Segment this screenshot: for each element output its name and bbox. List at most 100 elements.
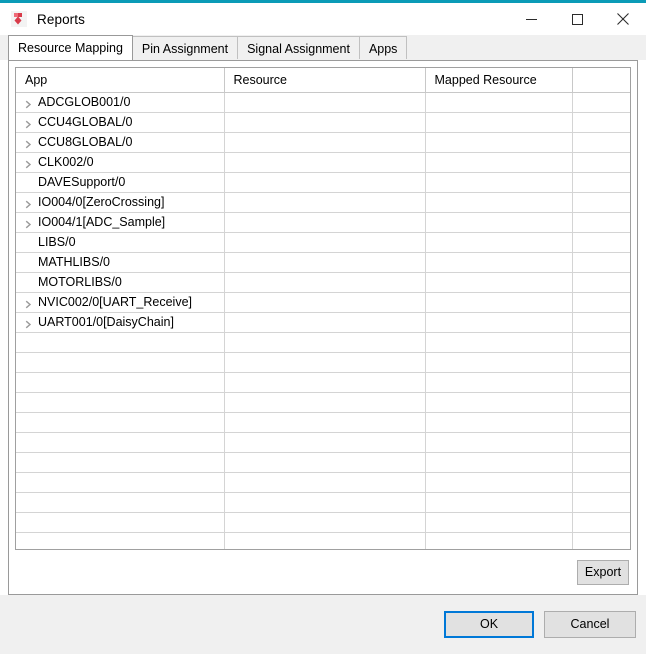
- cell-empty[interactable]: [425, 392, 573, 413]
- cell-app[interactable]: DAVESupport/0: [16, 172, 225, 193]
- cell-app[interactable]: ADCGLOB001/0: [16, 92, 225, 113]
- table-row-empty[interactable]: [16, 432, 630, 453]
- cell-empty[interactable]: [16, 392, 225, 413]
- ok-button[interactable]: OK: [444, 611, 534, 638]
- cell-mapped-resource[interactable]: [425, 232, 573, 253]
- table-row-empty[interactable]: [16, 472, 630, 493]
- cell-empty[interactable]: [425, 352, 573, 373]
- cell-extra[interactable]: [572, 112, 630, 133]
- table-row[interactable]: CLK002/0: [16, 152, 630, 173]
- cell-extra[interactable]: [572, 192, 630, 213]
- cell-empty[interactable]: [224, 452, 426, 473]
- cell-empty[interactable]: [224, 352, 426, 373]
- table-row[interactable]: NVIC002/0[UART_Receive]: [16, 292, 630, 313]
- column-header-resource[interactable]: Resource: [224, 68, 426, 93]
- cell-app[interactable]: IO004/0[ZeroCrossing]: [16, 192, 225, 213]
- expand-chevron-icon[interactable]: [25, 295, 38, 309]
- table-row-empty[interactable]: [16, 392, 630, 413]
- cell-resource[interactable]: [224, 272, 426, 293]
- cell-empty[interactable]: [16, 412, 225, 433]
- table-row[interactable]: CCU4GLOBAL/0: [16, 112, 630, 133]
- cell-empty[interactable]: [224, 372, 426, 393]
- cell-empty[interactable]: [572, 452, 630, 473]
- cell-app[interactable]: NVIC002/0[UART_Receive]: [16, 292, 225, 313]
- cell-empty[interactable]: [572, 512, 630, 533]
- cell-mapped-resource[interactable]: [425, 252, 573, 273]
- table-row-empty[interactable]: [16, 332, 630, 353]
- cell-empty[interactable]: [572, 392, 630, 413]
- column-header-mapped-resource[interactable]: Mapped Resource: [425, 68, 573, 93]
- cell-mapped-resource[interactable]: [425, 272, 573, 293]
- cell-empty[interactable]: [572, 532, 630, 549]
- cell-extra[interactable]: [572, 152, 630, 173]
- table-row-empty[interactable]: [16, 512, 630, 533]
- expand-chevron-icon[interactable]: [25, 315, 38, 329]
- cell-empty[interactable]: [425, 452, 573, 473]
- cell-resource[interactable]: [224, 252, 426, 273]
- cell-extra[interactable]: [572, 92, 630, 113]
- cell-app[interactable]: UART001/0[DaisyChain]: [16, 312, 225, 333]
- cell-mapped-resource[interactable]: [425, 212, 573, 233]
- cell-mapped-resource[interactable]: [425, 92, 573, 113]
- cell-empty[interactable]: [224, 392, 426, 413]
- cell-mapped-resource[interactable]: [425, 312, 573, 333]
- cell-empty[interactable]: [425, 492, 573, 513]
- table-row-empty[interactable]: [16, 372, 630, 393]
- cell-resource[interactable]: [224, 132, 426, 153]
- expand-chevron-icon[interactable]: [25, 95, 38, 109]
- cell-app[interactable]: MOTORLIBS/0: [16, 272, 225, 293]
- cell-extra[interactable]: [572, 292, 630, 313]
- cell-empty[interactable]: [16, 532, 225, 549]
- cell-empty[interactable]: [16, 452, 225, 473]
- cell-empty[interactable]: [224, 432, 426, 453]
- table-row-empty[interactable]: [16, 352, 630, 373]
- cell-resource[interactable]: [224, 192, 426, 213]
- cell-empty[interactable]: [224, 492, 426, 513]
- cell-empty[interactable]: [224, 512, 426, 533]
- cell-empty[interactable]: [425, 432, 573, 453]
- cell-extra[interactable]: [572, 312, 630, 333]
- cell-empty[interactable]: [16, 512, 225, 533]
- cell-empty[interactable]: [572, 432, 630, 453]
- column-header-app[interactable]: App: [16, 68, 225, 93]
- cell-empty[interactable]: [16, 432, 225, 453]
- table-row[interactable]: IO004/1[ADC_Sample]: [16, 212, 630, 233]
- cell-app[interactable]: CLK002/0: [16, 152, 225, 173]
- cell-resource[interactable]: [224, 312, 426, 333]
- table-row-empty[interactable]: [16, 452, 630, 473]
- cell-empty[interactable]: [425, 472, 573, 493]
- table-row[interactable]: CCU8GLOBAL/0: [16, 132, 630, 153]
- cell-app[interactable]: LIBS/0: [16, 232, 225, 253]
- cell-empty[interactable]: [224, 472, 426, 493]
- expand-chevron-icon[interactable]: [25, 155, 38, 169]
- cell-empty[interactable]: [16, 372, 225, 393]
- cell-empty[interactable]: [572, 492, 630, 513]
- cell-empty[interactable]: [425, 532, 573, 549]
- cell-extra[interactable]: [572, 272, 630, 293]
- cell-extra[interactable]: [572, 212, 630, 233]
- table-row[interactable]: ADCGLOB001/0: [16, 92, 630, 113]
- table-row-empty[interactable]: [16, 412, 630, 433]
- expand-chevron-icon[interactable]: [25, 115, 38, 129]
- table-row-empty[interactable]: [16, 492, 630, 513]
- column-header-extra[interactable]: [572, 68, 630, 93]
- cell-resource[interactable]: [224, 112, 426, 133]
- cell-resource[interactable]: [224, 232, 426, 253]
- tab-resource-mapping[interactable]: Resource Mapping: [8, 35, 133, 60]
- cell-resource[interactable]: [224, 292, 426, 313]
- export-button[interactable]: Export: [577, 559, 629, 585]
- cell-resource[interactable]: [224, 172, 426, 193]
- cell-extra[interactable]: [572, 172, 630, 193]
- cell-mapped-resource[interactable]: [425, 172, 573, 193]
- cell-empty[interactable]: [572, 472, 630, 493]
- cell-empty[interactable]: [425, 372, 573, 393]
- cell-empty[interactable]: [572, 412, 630, 433]
- tab-apps[interactable]: Apps: [358, 36, 408, 60]
- table-row[interactable]: IO004/0[ZeroCrossing]: [16, 192, 630, 213]
- table-row-empty[interactable]: [16, 532, 630, 549]
- cell-empty[interactable]: [16, 352, 225, 373]
- cell-empty[interactable]: [16, 492, 225, 513]
- cell-empty[interactable]: [425, 332, 573, 353]
- cell-mapped-resource[interactable]: [425, 132, 573, 153]
- tab-signal-assignment[interactable]: Signal Assignment: [237, 36, 360, 60]
